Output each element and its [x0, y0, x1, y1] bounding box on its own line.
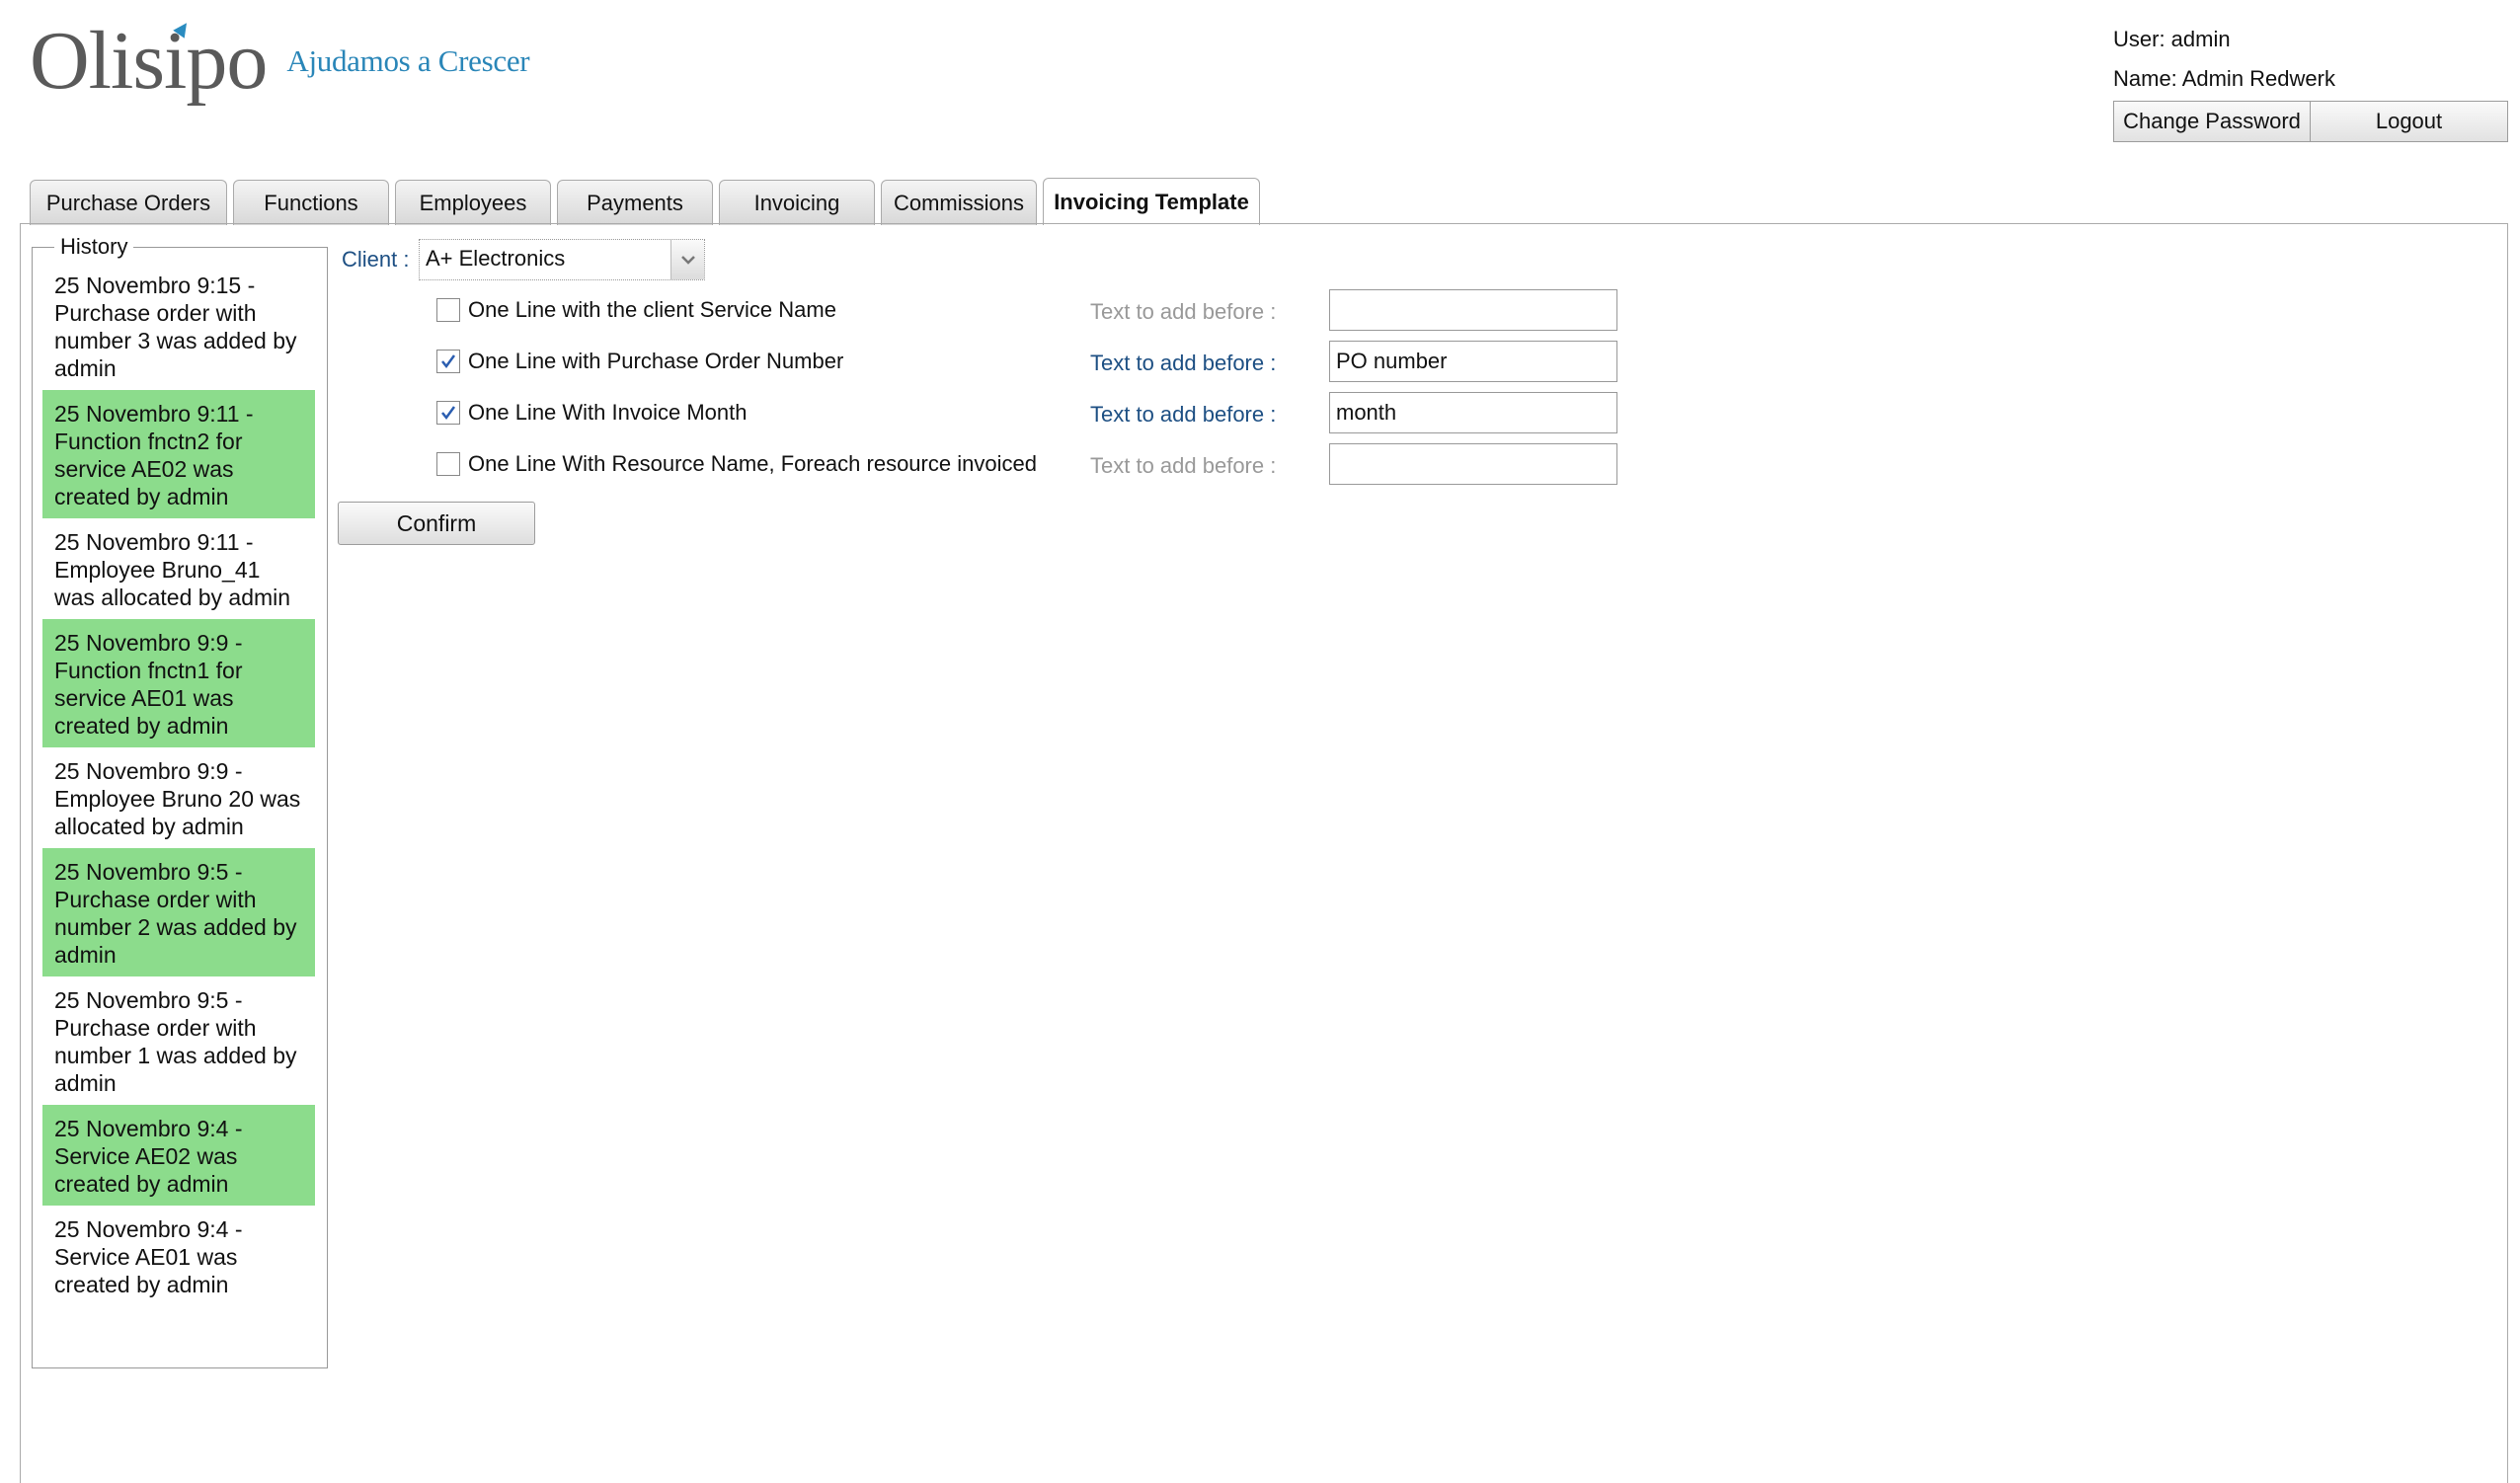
logo-wordmark: Olisipo: [30, 15, 268, 107]
client-select[interactable]: A+ Electronics: [419, 239, 705, 280]
tab-invoicing-template[interactable]: Invoicing Template: [1043, 178, 1260, 225]
confirm-button[interactable]: Confirm: [338, 502, 535, 545]
tab-payments[interactable]: Payments: [557, 180, 713, 225]
logout-button[interactable]: Logout: [2311, 101, 2508, 142]
history-item: 25 Novembro 9:4 - Service AE01 was creat…: [54, 1216, 243, 1297]
option-service-name: One Line with the client Service Name: [436, 290, 836, 330]
service-name-before-input[interactable]: [1329, 289, 1617, 331]
user-full-name: Name: Admin Redwerk: [2113, 66, 2335, 91]
user-info: User: admin Name: Admin Redwerk: [2113, 26, 2335, 105]
option-label: One Line with the client Service Name: [468, 297, 836, 322]
before-label: Text to add before :: [1090, 402, 1277, 427]
option-label: One Line with Purchase Order Number: [468, 349, 844, 373]
history-item: 25 Novembro 9:9 - Employee Bruno 20 was …: [54, 758, 301, 839]
checkmark-icon: [441, 354, 456, 369]
user-login: User: admin: [2113, 27, 2231, 51]
chevron-down-icon[interactable]: [670, 240, 704, 279]
po-number-checkbox[interactable]: [436, 350, 460, 373]
tab-commissions[interactable]: Commissions: [881, 180, 1037, 225]
logo: Olisipo Ajudamos a Crescer: [30, 14, 530, 107]
option-invoice-month: One Line With Invoice Month: [436, 393, 747, 432]
user-actions: Change Password Logout: [2113, 101, 2508, 142]
checkmark-icon: [441, 406, 456, 421]
option-label: One Line With Resource Name, Foreach res…: [468, 451, 1037, 476]
invoice-month-checkbox[interactable]: [436, 401, 460, 425]
resource-name-before-input[interactable]: [1329, 443, 1617, 485]
history-list: 25 Novembro 9:15 - Purchase order with n…: [42, 262, 315, 1306]
history-item: 25 Novembro 9:5 - Purchase order with nu…: [42, 848, 315, 976]
history-item: 25 Novembro 9:11 - Employee Bruno_41 was…: [54, 529, 291, 610]
history-panel: History 25 Novembro 9:15 - Purchase orde…: [32, 234, 328, 1368]
history-item: 25 Novembro 9:15 - Purchase order with n…: [54, 273, 297, 381]
history-item: 25 Novembro 9:4 - Service AE02 was creat…: [42, 1105, 315, 1206]
po-number-before-input[interactable]: [1329, 341, 1617, 382]
service-name-checkbox[interactable]: [436, 298, 460, 322]
history-legend: History: [54, 234, 134, 260]
tab-invoicing[interactable]: Invoicing: [719, 180, 875, 225]
tab-functions[interactable]: Functions: [233, 180, 389, 225]
tab-employees[interactable]: Employees: [395, 180, 551, 225]
before-label: Text to add before :: [1090, 453, 1277, 478]
option-resource-name: One Line With Resource Name, Foreach res…: [436, 444, 1037, 484]
before-label: Text to add before :: [1090, 299, 1277, 324]
history-item: 25 Novembro 9:9 - Function fnctn1 for se…: [42, 619, 315, 747]
client-select-value: A+ Electronics: [426, 246, 566, 271]
history-item: 25 Novembro 9:5 - Purchase order with nu…: [54, 987, 297, 1096]
logo-tagline: Ajudamos a Crescer: [286, 43, 530, 78]
history-item: 25 Novembro 9:11 - Function fnctn2 for s…: [42, 390, 315, 518]
before-label: Text to add before :: [1090, 351, 1277, 375]
change-password-button[interactable]: Change Password: [2113, 101, 2311, 142]
client-label: Client :: [342, 247, 410, 272]
resource-name-checkbox[interactable]: [436, 452, 460, 476]
tab-purchase-orders[interactable]: Purchase Orders: [30, 180, 227, 225]
option-label: One Line With Invoice Month: [468, 400, 748, 425]
invoice-month-before-input[interactable]: [1329, 392, 1617, 433]
main-tabs: Purchase Orders Functions Employees Paym…: [30, 178, 1266, 225]
option-po-number: One Line with Purchase Order Number: [436, 342, 843, 381]
